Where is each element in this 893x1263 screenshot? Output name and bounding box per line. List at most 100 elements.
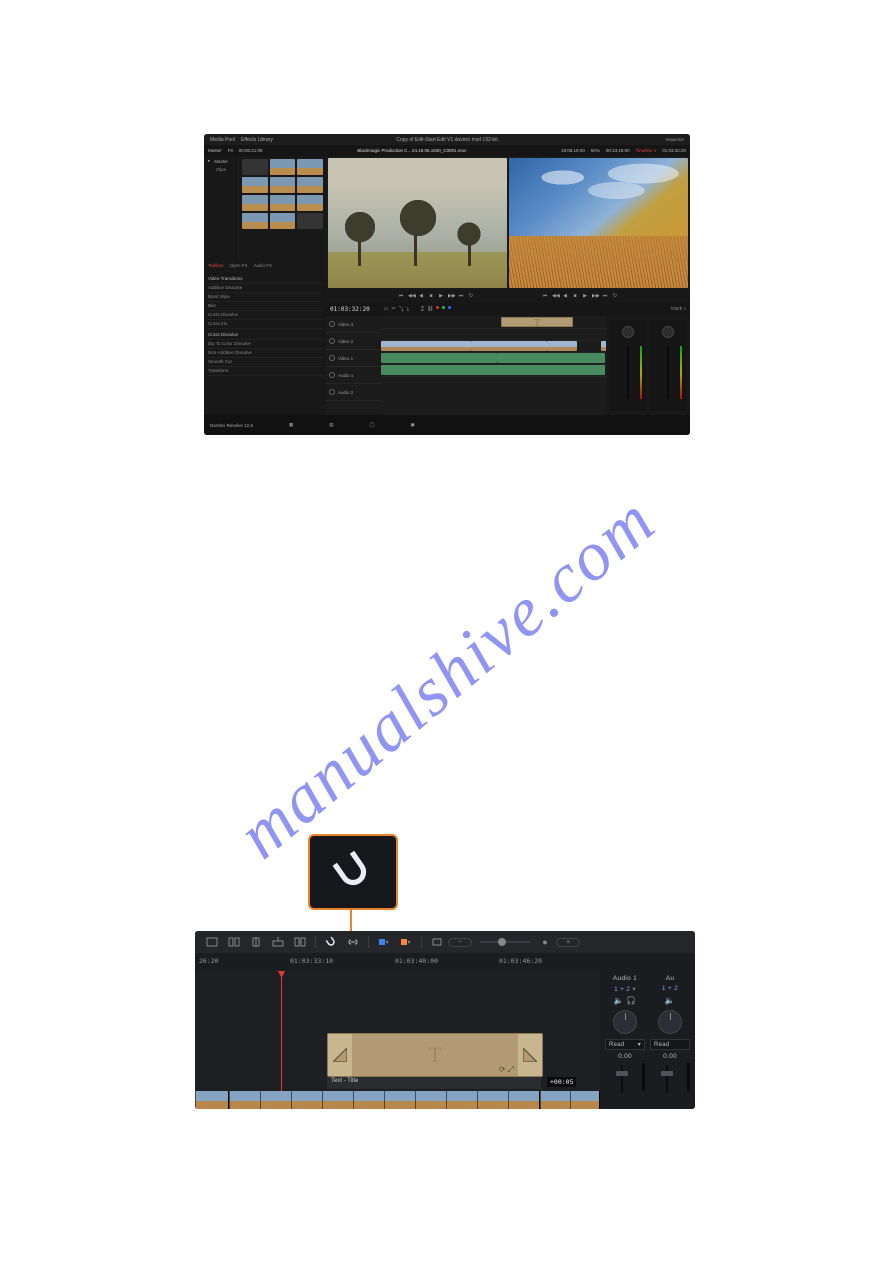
play-button[interactable]: ▶ [582,293,588,299]
media-thumb[interactable] [270,159,296,175]
media-thumb[interactable] [297,177,323,193]
automation-select[interactable]: Read [650,1039,690,1050]
media-thumb[interactable] [297,213,323,229]
track-header[interactable]: Video 2 [326,333,381,350]
media-thumb[interactable] [270,195,296,211]
fit-label[interactable]: Fit [228,148,233,153]
snap-magnet-icon[interactable] [324,936,338,948]
timeline-clip-title[interactable]: T [501,317,573,327]
play-reverse-button[interactable]: ◀ [418,293,424,299]
trim-tool-icon[interactable] [227,937,241,947]
fx-item[interactable]: Additive Dissolve [208,284,322,293]
nav-color-icon[interactable]: ◯ [369,422,374,428]
mixer-route[interactable]: 1 + 2 [650,985,690,993]
fx-item[interactable]: Non-Additive Dissolve [208,349,322,358]
source-viewer[interactable] [328,158,507,288]
tab-audiofx[interactable]: Audio FX [254,263,273,268]
insert-tool-icon[interactable] [271,937,285,947]
fx-item[interactable]: Transform [208,367,322,376]
selection-tool-icon[interactable]: ▭ [384,306,389,313]
swap-tool-icon[interactable] [293,937,307,947]
stop-button[interactable]: ■ [572,293,578,299]
tab-inspector[interactable]: Inspector [665,137,684,142]
step-fwd-button[interactable]: ▶▶ [592,293,598,299]
media-thumb[interactable] [270,177,296,193]
mixer-route[interactable]: 1 + 2 ▾ [605,985,645,993]
pan-knob[interactable] [622,326,634,338]
media-thumb[interactable] [242,159,268,175]
insert-tool-icon[interactable]: ⤵ [399,306,404,313]
zoom-in-icon[interactable]: + [556,938,580,947]
timeline-clip-audio[interactable] [381,353,497,363]
bin-master[interactable]: ▸ Master [204,156,238,166]
play-button[interactable]: ▶ [438,293,444,299]
fx-item[interactable]: Dip To Color Dissolve [208,340,322,349]
pan-knob[interactable] [658,1010,682,1034]
stop-button[interactable]: ■ [428,293,434,299]
link-icon[interactable] [346,937,360,947]
fx-item[interactable]: Blur [208,302,322,311]
title-clip[interactable]: T ⟳ ⤢ [327,1033,543,1077]
pan-knob[interactable] [613,1010,637,1034]
clip-fade-in-handle[interactable] [328,1034,352,1076]
clip-zoom-icon[interactable]: ⤢ [508,1065,514,1075]
track-header[interactable]: Video 1 [326,350,381,367]
nav-media-icon[interactable]: ▦ [289,422,293,428]
timeline-clip-video[interactable] [471,341,547,351]
timeline-ruler[interactable]: 26:20 01:03:33:10 01:03:40:00 01:03:46:2… [195,953,695,971]
fx-item[interactable]: Smooth Cut [208,358,322,367]
media-thumb[interactable] [242,177,268,193]
marker-green-icon[interactable] [442,306,445,309]
nav-edit-icon[interactable]: ▤ [329,422,333,428]
timeline-tracks-area[interactable]: T ⟳ ⤢ Text - Title +00:05 10:16 [195,971,600,1109]
fader[interactable] [666,1065,668,1093]
blade-tool-icon[interactable] [249,937,263,947]
timeline-clip-audio[interactable] [381,365,605,375]
loop-button[interactable]: ↻ [612,293,618,299]
link-icon[interactable]: ⛓ [427,306,433,312]
record-viewer[interactable] [509,158,688,288]
last-frame-button[interactable]: ⏭ [458,293,464,299]
timeline-clip-video[interactable] [381,341,471,351]
track-header[interactable]: Video 3 [326,316,381,333]
transform-icon[interactable] [430,937,444,947]
pan-knob[interactable] [662,326,674,338]
flag-blue-icon[interactable]: ▾ [377,939,391,946]
media-thumb[interactable] [297,195,323,211]
fader[interactable] [667,346,669,399]
video-clip[interactable] [195,1091,229,1109]
timeline-name[interactable]: Timeline 1 [636,148,657,153]
speaker-icon[interactable]: 🔈 [614,996,624,1005]
overwrite-tool-icon[interactable]: ⤓ [407,306,409,313]
marker-blue-icon[interactable] [448,306,451,309]
clip-fade-out-handle[interactable] [518,1034,542,1076]
media-thumb[interactable] [270,213,296,229]
track-options[interactable]: track ♪ [671,306,686,312]
media-thumb[interactable] [242,213,268,229]
step-back-button[interactable]: ◀◀ [408,293,414,299]
track-header[interactable]: Audio 1 [326,367,381,384]
fader[interactable] [621,1065,623,1093]
zoom-slider[interactable] [480,941,530,943]
zoom-pct[interactable]: 50% [591,148,600,153]
bin-sub[interactable]: Clips [204,166,238,173]
headphone-icon[interactable]: 🎧 [626,996,636,1005]
zoom-dot-icon[interactable]: ● [538,937,552,947]
clip-retime-icon[interactable]: ⟳ [499,1065,506,1075]
last-frame-button[interactable]: ⏭ [602,293,608,299]
speaker-icon[interactable]: 🔈 [665,996,675,1005]
media-thumb[interactable] [297,159,323,175]
step-back-button[interactable]: ◀◀ [552,293,558,299]
flag-orange-icon[interactable]: ▾ [399,939,413,946]
tab-openfx[interactable]: Open FX [230,263,248,268]
fx-item[interactable]: Cross Dissolve [208,311,322,320]
track-header[interactable]: Audio 2 [326,384,381,401]
step-fwd-button[interactable]: ▶▶ [448,293,454,299]
timeline-clip-audio[interactable] [497,353,605,363]
video-clip[interactable] [229,1091,540,1109]
media-thumb[interactable] [242,195,268,211]
selection-tool-icon[interactable] [205,937,219,947]
blade-tool-icon[interactable]: ✂ [391,306,395,313]
loop-button[interactable]: ↻ [468,293,474,299]
nav-deliver-icon[interactable]: ▣ [411,422,415,428]
